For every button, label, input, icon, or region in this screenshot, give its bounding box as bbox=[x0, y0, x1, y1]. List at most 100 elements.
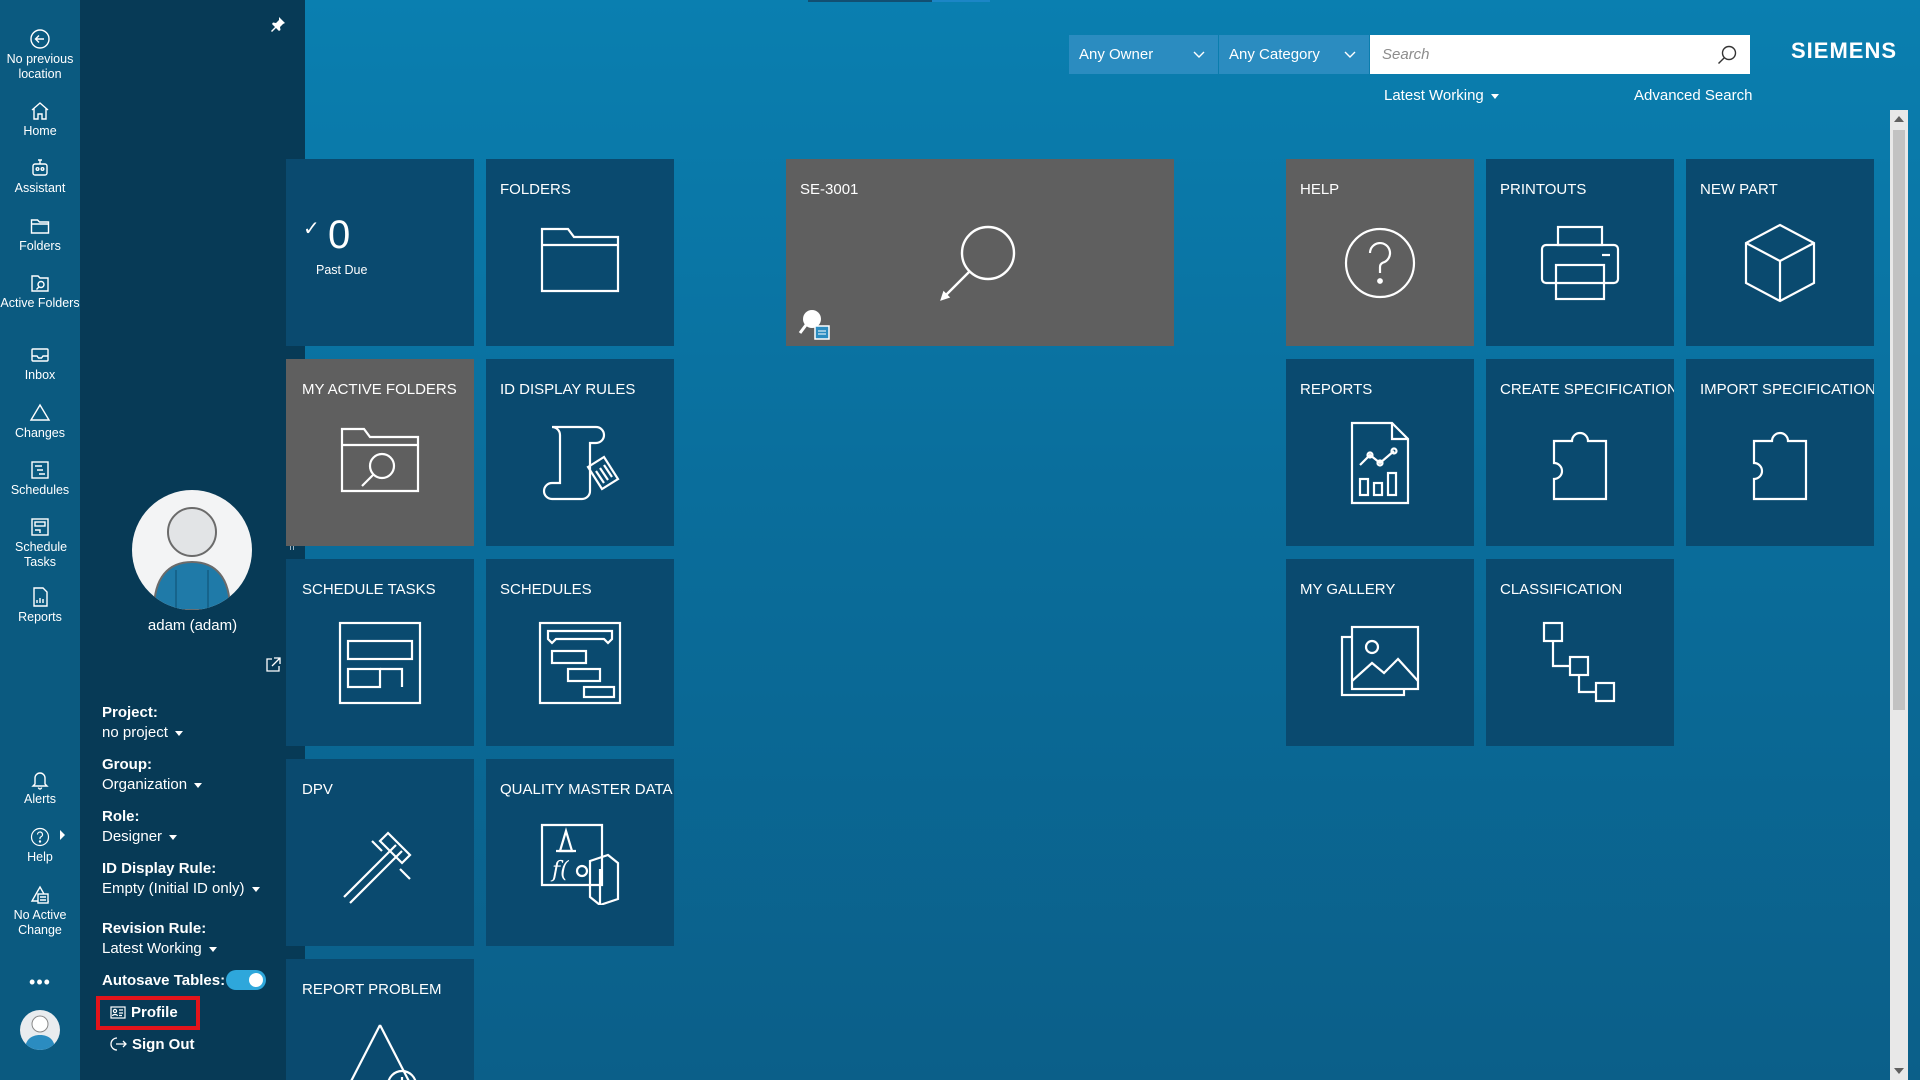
tile-schedule-tasks[interactable]: SCHEDULE TASKS bbox=[286, 559, 474, 746]
tile-title: CLASSIFICATION bbox=[1500, 581, 1623, 598]
rail-item-no-previous-location[interactable]: No previous location bbox=[0, 28, 80, 82]
revision-rule-dropdown-header[interactable]: Latest Working bbox=[1384, 87, 1499, 104]
more-icon[interactable]: ••• bbox=[0, 972, 80, 993]
tile-import-specification[interactable]: IMPORT SPECIFICATION bbox=[1686, 359, 1874, 546]
tile-classification[interactable]: CLASSIFICATION bbox=[1486, 559, 1674, 746]
rail-item-schedule-tasks[interactable]: Schedule Tasks bbox=[0, 516, 80, 570]
revision-rule-header-value: Latest Working bbox=[1384, 87, 1484, 104]
profile-card-icon bbox=[110, 1006, 126, 1019]
tile-title: NEW PART bbox=[1700, 181, 1778, 198]
id-display-rule-value: Empty (Initial ID only) bbox=[102, 880, 245, 897]
category-filter-dropdown[interactable]: Any Category bbox=[1219, 35, 1369, 74]
back-arrow-icon bbox=[30, 29, 50, 49]
tile-reports[interactable]: REPORTS bbox=[1286, 359, 1474, 546]
tile-title: IMPORT SPECIFICATION bbox=[1700, 381, 1874, 398]
rail-item-alerts[interactable]: Alerts bbox=[0, 768, 80, 807]
rail-item-label: Schedules bbox=[10, 483, 70, 497]
rail-item-help[interactable]: Help bbox=[0, 826, 80, 865]
tile-my-tasks[interactable]: ✓ 0 Past Due bbox=[286, 159, 474, 346]
role-dropdown[interactable]: Designer bbox=[102, 828, 178, 845]
rail-item-label: Schedule Tasks bbox=[15, 540, 68, 569]
autosave-label: Autosave Tables: bbox=[102, 972, 226, 989]
tile-title: REPORTS bbox=[1300, 381, 1373, 398]
user-avatar-icon bbox=[25, 1015, 55, 1050]
user-avatar[interactable] bbox=[20, 1010, 60, 1050]
hierarchy-icon bbox=[1542, 621, 1616, 703]
caliper-icon bbox=[343, 831, 412, 904]
pin-icon[interactable] bbox=[270, 16, 286, 37]
search-input[interactable]: Search bbox=[1370, 35, 1750, 74]
id-display-rule-label: ID Display Rule: bbox=[102, 860, 217, 877]
tile-my-gallery[interactable]: MY GALLERY bbox=[1286, 559, 1474, 746]
tile-title: DPV bbox=[302, 781, 333, 798]
profile-button-label: Profile bbox=[131, 1004, 178, 1021]
tile-title: FOLDERS bbox=[500, 181, 571, 198]
tile-se-3001-search[interactable]: SE-3001 bbox=[786, 159, 1174, 346]
category-filter-value: Any Category bbox=[1229, 46, 1320, 63]
sign-out-button[interactable]: Sign Out bbox=[110, 1036, 195, 1053]
owner-filter-value: Any Owner bbox=[1079, 46, 1154, 63]
help-circle-icon bbox=[1344, 227, 1416, 299]
top-progress-indicator bbox=[808, 0, 990, 2]
help-expand-arrow-icon[interactable] bbox=[60, 830, 65, 840]
rail-item-reports[interactable]: Reports bbox=[0, 586, 80, 625]
tile-quality-master-data[interactable]: QUALITY MASTER DATA f( bbox=[486, 759, 674, 946]
caret-down-icon bbox=[174, 730, 183, 736]
advanced-search-link[interactable]: Advanced Search bbox=[1634, 87, 1752, 104]
tile-title: MY ACTIVE FOLDERS bbox=[302, 381, 457, 398]
quality-data-icon: f( bbox=[540, 823, 620, 905]
brand-logo: SIEMENS bbox=[1791, 38, 1898, 63]
rail-item-inbox[interactable]: Inbox bbox=[0, 344, 80, 383]
tile-my-active-folders[interactable]: MY ACTIVE FOLDERS bbox=[286, 359, 474, 546]
project-label: Project: bbox=[102, 704, 158, 721]
page-scrollbar[interactable] bbox=[1890, 110, 1908, 1080]
rail-item-label: Changes bbox=[14, 426, 66, 440]
tile-new-part[interactable]: NEW PART bbox=[1686, 159, 1874, 346]
group-dropdown[interactable]: Organization bbox=[102, 776, 203, 793]
profile-button[interactable]: Profile bbox=[96, 996, 200, 1030]
tile-id-display-rules[interactable]: ID DISPLAY RULES bbox=[486, 359, 674, 546]
tile-glyph: ✓ bbox=[303, 218, 320, 240]
gallery-icon bbox=[1340, 625, 1420, 697]
tile-dpv[interactable]: DPV bbox=[286, 759, 474, 946]
rail-item-assistant[interactable]: Assistant bbox=[0, 157, 80, 196]
tile-create-specification[interactable]: CREATE SPECIFICATION bbox=[1486, 359, 1674, 546]
scroll-thumb[interactable] bbox=[1893, 130, 1905, 710]
id-display-rule-dropdown[interactable]: Empty (Initial ID only) bbox=[102, 880, 260, 897]
open-external-icon[interactable] bbox=[264, 656, 282, 679]
rail-item-schedules[interactable]: Schedules bbox=[0, 459, 80, 498]
rail-item-active-folders[interactable]: Active Folders bbox=[0, 272, 80, 311]
tile-help[interactable]: HELP bbox=[1286, 159, 1474, 346]
scroll-up-icon[interactable] bbox=[1894, 116, 1904, 122]
active-change-icon bbox=[30, 885, 50, 904]
scroll-tag-icon bbox=[542, 425, 620, 501]
search-icon[interactable] bbox=[1716, 44, 1738, 66]
group-value: Organization bbox=[102, 776, 188, 793]
tile-title: SCHEDULES bbox=[500, 581, 592, 598]
tile-printouts[interactable]: PRINTOUTS bbox=[1486, 159, 1674, 346]
tile-title: CREATE SPECIFICATION bbox=[1500, 381, 1674, 398]
project-dropdown[interactable]: no project bbox=[102, 724, 183, 741]
revision-rule-dropdown[interactable]: Latest Working bbox=[102, 940, 217, 957]
owner-filter-dropdown[interactable]: Any Owner bbox=[1069, 35, 1218, 74]
rail-item-home[interactable]: Home bbox=[0, 100, 80, 139]
rail-item-folders[interactable]: Folders bbox=[0, 215, 80, 254]
rail-item-no-active-change[interactable]: No Active Change bbox=[0, 884, 80, 938]
chevron-down-icon bbox=[1344, 51, 1356, 58]
report-chart-icon bbox=[1350, 421, 1410, 505]
project-value: no project bbox=[102, 724, 168, 741]
report-problem-icon bbox=[350, 1024, 417, 1080]
rail-item-changes[interactable]: Changes bbox=[0, 402, 80, 441]
tile-report-problem[interactable]: REPORT PROBLEM bbox=[286, 959, 474, 1080]
profile-panel: adam (adam) Project: no project Group: O… bbox=[80, 0, 305, 1080]
tile-title: PRINTOUTS bbox=[1500, 181, 1587, 198]
rail-item-label: Folders bbox=[19, 239, 61, 253]
scroll-down-icon[interactable] bbox=[1894, 1068, 1904, 1074]
rail-item-label: Alerts bbox=[24, 792, 56, 806]
tile-schedules[interactable]: SCHEDULES bbox=[486, 559, 674, 746]
autosave-toggle[interactable] bbox=[226, 970, 266, 990]
folder-icon bbox=[540, 227, 620, 293]
tile-folders[interactable]: FOLDERS bbox=[486, 159, 674, 346]
tile-title: HELP bbox=[1300, 181, 1340, 198]
user-silhouette-icon bbox=[152, 507, 232, 610]
